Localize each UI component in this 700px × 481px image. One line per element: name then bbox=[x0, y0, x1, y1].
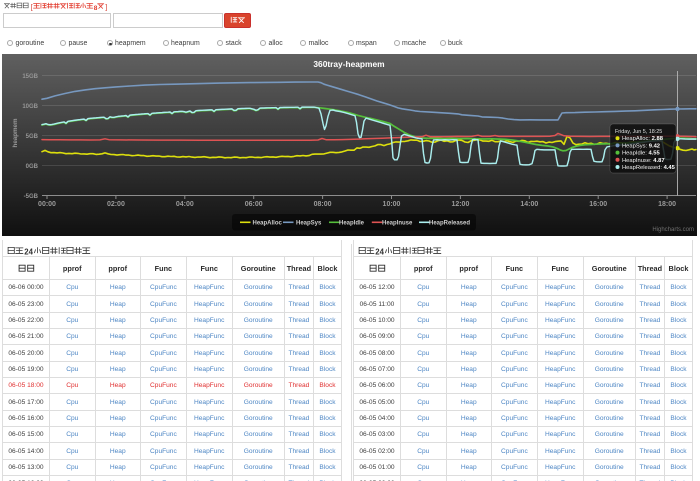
svg-text:10GB: 10GB bbox=[22, 104, 38, 110]
svg-text:00:00: 00:00 bbox=[38, 201, 56, 208]
svg-text:heapmem: heapmem bbox=[12, 118, 19, 147]
svg-text:04:00: 04:00 bbox=[176, 201, 194, 208]
svg-text:06:00: 06:00 bbox=[245, 201, 263, 208]
svg-text:12:00: 12:00 bbox=[451, 201, 469, 208]
svg-text:HeapReleased: HeapReleased bbox=[429, 221, 470, 227]
svg-text:HeapInuse: 4.87: HeapInuse: 4.87 bbox=[622, 158, 665, 164]
svg-text:-5GB: -5GB bbox=[24, 194, 39, 200]
svg-text:]: ] bbox=[105, 5, 107, 12]
svg-text:16:00: 16:00 bbox=[589, 201, 607, 208]
svg-text:HeapAlloc: 2.88: HeapAlloc: 2.88 bbox=[622, 136, 664, 142]
svg-text:18:00: 18:00 bbox=[658, 201, 676, 208]
svg-text:10:00: 10:00 bbox=[383, 201, 401, 208]
svg-text:0GB: 0GB bbox=[26, 164, 39, 170]
svg-text:8: 8 bbox=[94, 5, 98, 12]
svg-text:Friday, Jun 5, 18:25: Friday, Jun 5, 18:25 bbox=[615, 129, 662, 135]
svg-text:HeapReleased: 4.45: HeapReleased: 4.45 bbox=[622, 165, 676, 171]
svg-text:5GB: 5GB bbox=[26, 134, 39, 140]
svg-text:HeapIdle: HeapIdle bbox=[339, 221, 365, 227]
svg-text:15GB: 15GB bbox=[22, 74, 38, 80]
svg-text:HeapInuse: HeapInuse bbox=[382, 221, 413, 227]
svg-text:[: [ bbox=[31, 5, 33, 12]
svg-text:02:00: 02:00 bbox=[107, 201, 125, 208]
svg-text:Highcharts.com: Highcharts.com bbox=[652, 227, 694, 233]
svg-text:08:00: 08:00 bbox=[314, 201, 332, 208]
svg-text:HeapIdle: 4.55: HeapIdle: 4.55 bbox=[622, 151, 660, 157]
svg-text:14:00: 14:00 bbox=[520, 201, 538, 208]
svg-text:24: 24 bbox=[24, 248, 33, 256]
svg-text:HeapSys: HeapSys bbox=[296, 221, 322, 227]
svg-text:24: 24 bbox=[375, 248, 384, 256]
svg-text:HeapSys: 9.42: HeapSys: 9.42 bbox=[622, 143, 660, 149]
svg-text:HeapAlloc: HeapAlloc bbox=[253, 221, 283, 227]
svg-text:360tray-heapmem: 360tray-heapmem bbox=[313, 59, 384, 69]
